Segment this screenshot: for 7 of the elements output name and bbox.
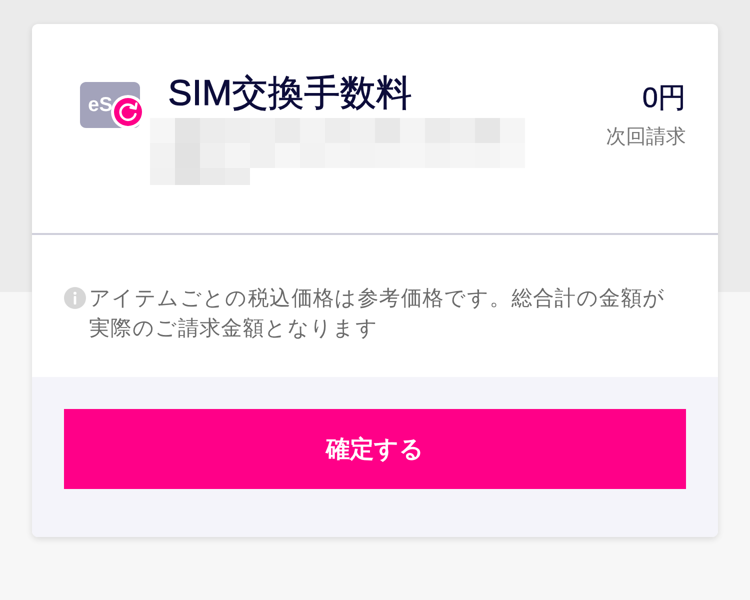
price-notice-text: アイテムごとの税込価格は参考価格です。総合計の金額が実際のご請求金額となります — [89, 286, 666, 342]
info-icon — [64, 287, 86, 309]
item-title: SIM交換手数料 — [168, 71, 414, 115]
confirm-button[interactable]: 確定する — [64, 409, 686, 489]
item-price: 0円 — [641, 81, 686, 115]
billing-note: 次回請求 — [606, 125, 686, 150]
refresh-icon — [111, 95, 145, 129]
